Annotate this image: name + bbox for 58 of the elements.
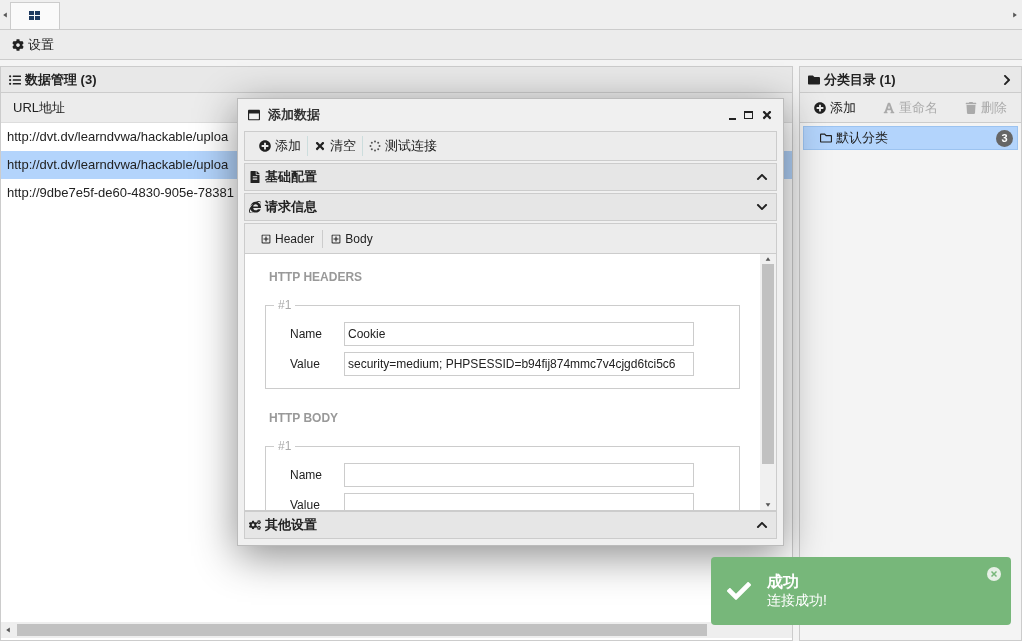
toast-title: 成功 (767, 572, 800, 593)
section-header[interactable]: 基础配置 (244, 163, 777, 191)
trash-icon (965, 101, 978, 114)
sub-tab[interactable]: Header (253, 229, 323, 248)
close-icon[interactable] (761, 109, 773, 121)
group-heading: HTTP BODY (268, 410, 340, 427)
toolbar-button[interactable]: 添加 (253, 136, 307, 156)
text-field[interactable]: security=medium; PHPSESSID=b94fij874mmc7v4cjgd6tci5c6 (344, 352, 694, 376)
fieldset-legend: #1 (274, 296, 296, 314)
check-icon (727, 579, 751, 603)
toolbar-button[interactable]: 测试连接 (362, 136, 443, 156)
chevron-right-icon[interactable] (1001, 73, 1013, 86)
chevron-up-icon (756, 519, 768, 531)
horizontal-scrollbar[interactable] (1, 622, 792, 638)
maximize-icon[interactable] (744, 111, 753, 119)
toolbar-button[interactable]: 清空 (307, 136, 362, 156)
gears-icon (249, 519, 261, 531)
chevron-up-icon (756, 171, 768, 183)
scroll-up-icon[interactable] (765, 256, 771, 262)
list-icon (9, 73, 21, 86)
dashboard-tab[interactable] (10, 2, 60, 29)
close-icon (314, 140, 326, 152)
panel-title: 数据管理 (3) (25, 70, 97, 89)
letter-a-icon (883, 101, 895, 114)
fieldset-legend: #1 (274, 437, 296, 455)
scroll-left-icon[interactable] (5, 627, 11, 633)
folder-icon (820, 132, 832, 144)
settings-icon (12, 38, 24, 51)
vertical-scrollbar[interactable] (760, 254, 776, 510)
scroll-left-icon[interactable] (2, 11, 8, 18)
sub-tab[interactable]: Body (322, 229, 381, 248)
toast-message: 连接成功! (767, 592, 827, 610)
browser-icon (249, 201, 261, 213)
column-header[interactable]: URL地址 (1, 97, 77, 118)
folder-icon (808, 73, 820, 86)
grid-icon (29, 11, 41, 21)
scroll-right-icon[interactable] (1012, 11, 1018, 18)
count-badge: 3 (996, 129, 1013, 147)
spinner-icon (369, 140, 381, 152)
chevron-down-icon (756, 201, 768, 213)
section-header[interactable]: 请求信息 (244, 193, 777, 221)
toolbar-button[interactable]: 添加 (813, 97, 856, 118)
panel-title: 分类目录 (1) (824, 70, 896, 89)
dialog-title: 添加数据 (268, 106, 320, 125)
text-field[interactable]: Cookie (344, 322, 694, 346)
field-label: Name (290, 326, 323, 343)
settings-button[interactable]: 设置 (12, 34, 54, 55)
field-label: Value (290, 356, 321, 373)
section-header[interactable]: 其他设置 (244, 511, 777, 539)
scroll-down-icon[interactable] (765, 502, 771, 508)
tree-item-label: 默认分类 (836, 129, 888, 148)
field-label: Name (290, 467, 323, 484)
text-field[interactable] (344, 463, 694, 487)
group-heading: HTTP HEADERS (268, 269, 364, 286)
tree-item[interactable]: 默认分类 3 (803, 126, 1018, 150)
document-icon (249, 171, 261, 183)
window-icon (248, 109, 260, 121)
field-label: Value (290, 497, 321, 510)
